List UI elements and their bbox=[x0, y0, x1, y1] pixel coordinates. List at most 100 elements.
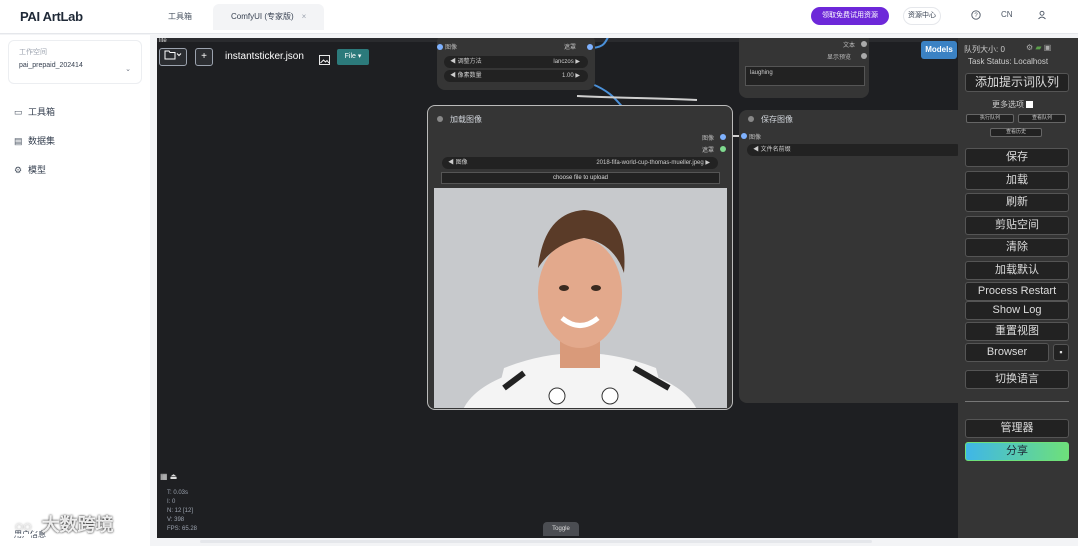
model-icon: ⚙ bbox=[14, 165, 23, 175]
task-status: Task Status: Localhost bbox=[968, 57, 1049, 66]
clear-button[interactable]: 清除 bbox=[965, 238, 1069, 257]
output-dot[interactable] bbox=[720, 146, 726, 152]
browser-button[interactable]: Browser bbox=[965, 343, 1049, 362]
stat-i: I: 0 bbox=[167, 499, 176, 505]
widget-value: 1.00 bbox=[562, 73, 574, 79]
top-bar: PAI ArtLab 工具箱 ComfyUI (专家版) × 领取免费试用资源 资… bbox=[0, 0, 1078, 34]
tab-comfyui[interactable]: ComfyUI (专家版) × bbox=[213, 4, 325, 30]
text-node[interactable]: 文本 显示预览 laughing bbox=[739, 38, 869, 98]
node-title: 保存图像 bbox=[761, 115, 793, 124]
text-area[interactable]: laughing bbox=[745, 66, 865, 86]
node-output-label: 遮罩 bbox=[564, 45, 577, 51]
divider bbox=[965, 401, 1069, 402]
manager-button[interactable]: 管理器 bbox=[965, 419, 1069, 438]
resource-center-button[interactable]: 资源中心 bbox=[903, 7, 941, 25]
settings-icon[interactable]: ⚙ ▰ ▣ bbox=[1026, 43, 1051, 52]
save-image-node[interactable]: 保存图像 图像 ◀ 文件名前缀 bbox=[739, 110, 958, 403]
widget-label: 图像 bbox=[455, 160, 468, 166]
queue-prompt-button[interactable]: 添加提示词队列 bbox=[965, 73, 1069, 92]
workspace-value: pai_prepaid_202414 bbox=[19, 62, 83, 69]
watermark-icon: ◌◌ bbox=[10, 516, 37, 536]
sidebar: 工作空间 pai_prepaid_202414 ⌄ ▭ 工具箱 ▤ 数据集 ⚙ 模型 … bbox=[0, 35, 150, 546]
node-label: 文本 bbox=[843, 43, 856, 49]
node-output-label: 图像 bbox=[702, 136, 715, 142]
clipspace-button[interactable]: 剪贴空间 bbox=[965, 216, 1069, 235]
stat-n: N: 12 [12] bbox=[167, 508, 194, 514]
close-icon[interactable]: × bbox=[302, 12, 307, 21]
collapse-dot[interactable] bbox=[748, 116, 754, 122]
sidebar-item-model[interactable]: ⚙ 模型 bbox=[14, 163, 46, 176]
upload-button[interactable]: choose file to upload bbox=[441, 172, 720, 184]
extra-options-label: 更多选项 bbox=[992, 100, 1024, 109]
sidebar-item-dataset[interactable]: ▤ 数据集 bbox=[14, 134, 55, 147]
widget-label: 调整方法 bbox=[457, 59, 482, 65]
load-button[interactable]: 加载 bbox=[965, 171, 1069, 190]
workspace-label: 工作空间 bbox=[19, 49, 47, 56]
stat-v: V: 398 bbox=[167, 517, 185, 523]
input-dot[interactable] bbox=[741, 133, 747, 139]
output-dot[interactable] bbox=[861, 53, 867, 59]
output-dot[interactable] bbox=[861, 41, 867, 47]
node-label: 显示预览 bbox=[827, 55, 852, 61]
node-input-label: 图像 bbox=[749, 135, 762, 141]
comfy-menu: 队列大小: 0 ⚙ ▰ ▣ Task Status: Localhost 添加提… bbox=[958, 38, 1078, 538]
models-button[interactable]: Models bbox=[921, 41, 957, 59]
save-button[interactable]: 保存 bbox=[965, 148, 1069, 167]
queue-front-button[interactable]: 执行队列 bbox=[966, 114, 1014, 123]
bottom-toggle[interactable]: Toggle bbox=[543, 522, 579, 536]
grid-icon[interactable]: ▦ ⏏ bbox=[160, 472, 177, 481]
brand-logo: PAI ArtLab bbox=[20, 9, 83, 24]
widget-value: lanczos bbox=[553, 59, 574, 65]
preview-image bbox=[434, 188, 727, 408]
resize-node[interactable]: 图像 遮罩 ◀ 调整方法 lanczos ▶ ◀ 像素数量 1.00 ▶ bbox=[437, 38, 595, 90]
save-icon[interactable]: ▪ bbox=[1053, 344, 1069, 361]
view-history-button[interactable]: 查看历史 bbox=[990, 128, 1042, 137]
stat-time: T: 0.03s bbox=[167, 490, 189, 496]
toolbox-icon: ▭ bbox=[14, 107, 23, 117]
queue-size: 队列大小: 0 bbox=[964, 45, 1005, 54]
share-button[interactable]: 分享 bbox=[965, 442, 1069, 461]
sidebar-item-label: 工具箱 bbox=[28, 107, 56, 117]
node-output-label: 遮罩 bbox=[702, 148, 715, 154]
view-queue-button[interactable]: 查看队列 bbox=[1018, 114, 1066, 123]
output-dot[interactable] bbox=[720, 134, 726, 140]
tab-label: ComfyUI (专家版) bbox=[231, 12, 294, 21]
widget-label: 像素数量 bbox=[457, 73, 482, 79]
refresh-button[interactable]: 刷新 bbox=[965, 193, 1069, 212]
free-trial-button[interactable]: 领取免费试用资源 bbox=[811, 7, 889, 25]
widget-pixel-count[interactable]: ◀ 像素数量 1.00 ▶ bbox=[444, 70, 588, 82]
watermark-text: 大数跨境 bbox=[41, 515, 114, 535]
extra-options-checkbox[interactable] bbox=[1026, 101, 1034, 108]
load-image-node[interactable]: 加载图像 图像 遮罩 ◀ 图像 2018-fifa-world-cup-thoma… bbox=[427, 105, 733, 410]
dataset-icon: ▤ bbox=[14, 136, 23, 146]
language-switch[interactable]: CN bbox=[1001, 10, 1013, 19]
gallery-icon[interactable]: ▰ bbox=[1035, 43, 1041, 52]
watermark-logo: ◌◌ 大数跨境 bbox=[10, 511, 114, 537]
extra-options[interactable]: 更多选项 bbox=[992, 99, 1034, 110]
sidebar-item-label: 模型 bbox=[28, 165, 47, 175]
collapse-dot[interactable] bbox=[437, 116, 443, 122]
widget-resize-method[interactable]: ◀ 调整方法 lanczos ▶ bbox=[444, 56, 588, 68]
widget-label: 文件名前缀 bbox=[760, 147, 791, 153]
svg-text:?: ? bbox=[974, 13, 978, 19]
widget-image-select[interactable]: ◀ 图像 2018-fifa-world-cup-thomas-mueller.j… bbox=[442, 157, 718, 169]
stat-fps: FPS: 65.28 bbox=[167, 526, 198, 532]
comfyui-canvas[interactable]: lite + instantsticker.json File ▾ 图像 遮罩 … bbox=[157, 38, 958, 538]
process-restart-button[interactable]: Process Restart bbox=[965, 282, 1069, 301]
switch-language-button[interactable]: 切换语言 bbox=[965, 370, 1069, 389]
user-icon[interactable] bbox=[1037, 10, 1047, 22]
horizontal-scrollbar[interactable] bbox=[200, 540, 872, 543]
workspace-select[interactable]: 工作空间 pai_prepaid_202414 ⌄ bbox=[8, 40, 142, 84]
reset-view-button[interactable]: 重置视图 bbox=[965, 322, 1069, 341]
load-default-button[interactable]: 加载默认 bbox=[965, 261, 1069, 280]
show-log-button[interactable]: Show Log bbox=[965, 301, 1069, 320]
widget-filename-prefix[interactable]: ◀ 文件名前缀 bbox=[747, 144, 958, 156]
input-dot[interactable] bbox=[437, 44, 443, 50]
sidebar-item-toolbox[interactable]: ▭ 工具箱 bbox=[14, 105, 55, 118]
output-dot[interactable] bbox=[587, 44, 593, 50]
question-icon[interactable]: ? bbox=[971, 10, 981, 22]
tab-toolbox[interactable]: 工具箱 bbox=[150, 4, 210, 30]
node-title: 加载图像 bbox=[450, 115, 482, 124]
sidebar-item-label: 数据集 bbox=[28, 136, 56, 146]
node-output-label: 图像 bbox=[445, 45, 458, 51]
